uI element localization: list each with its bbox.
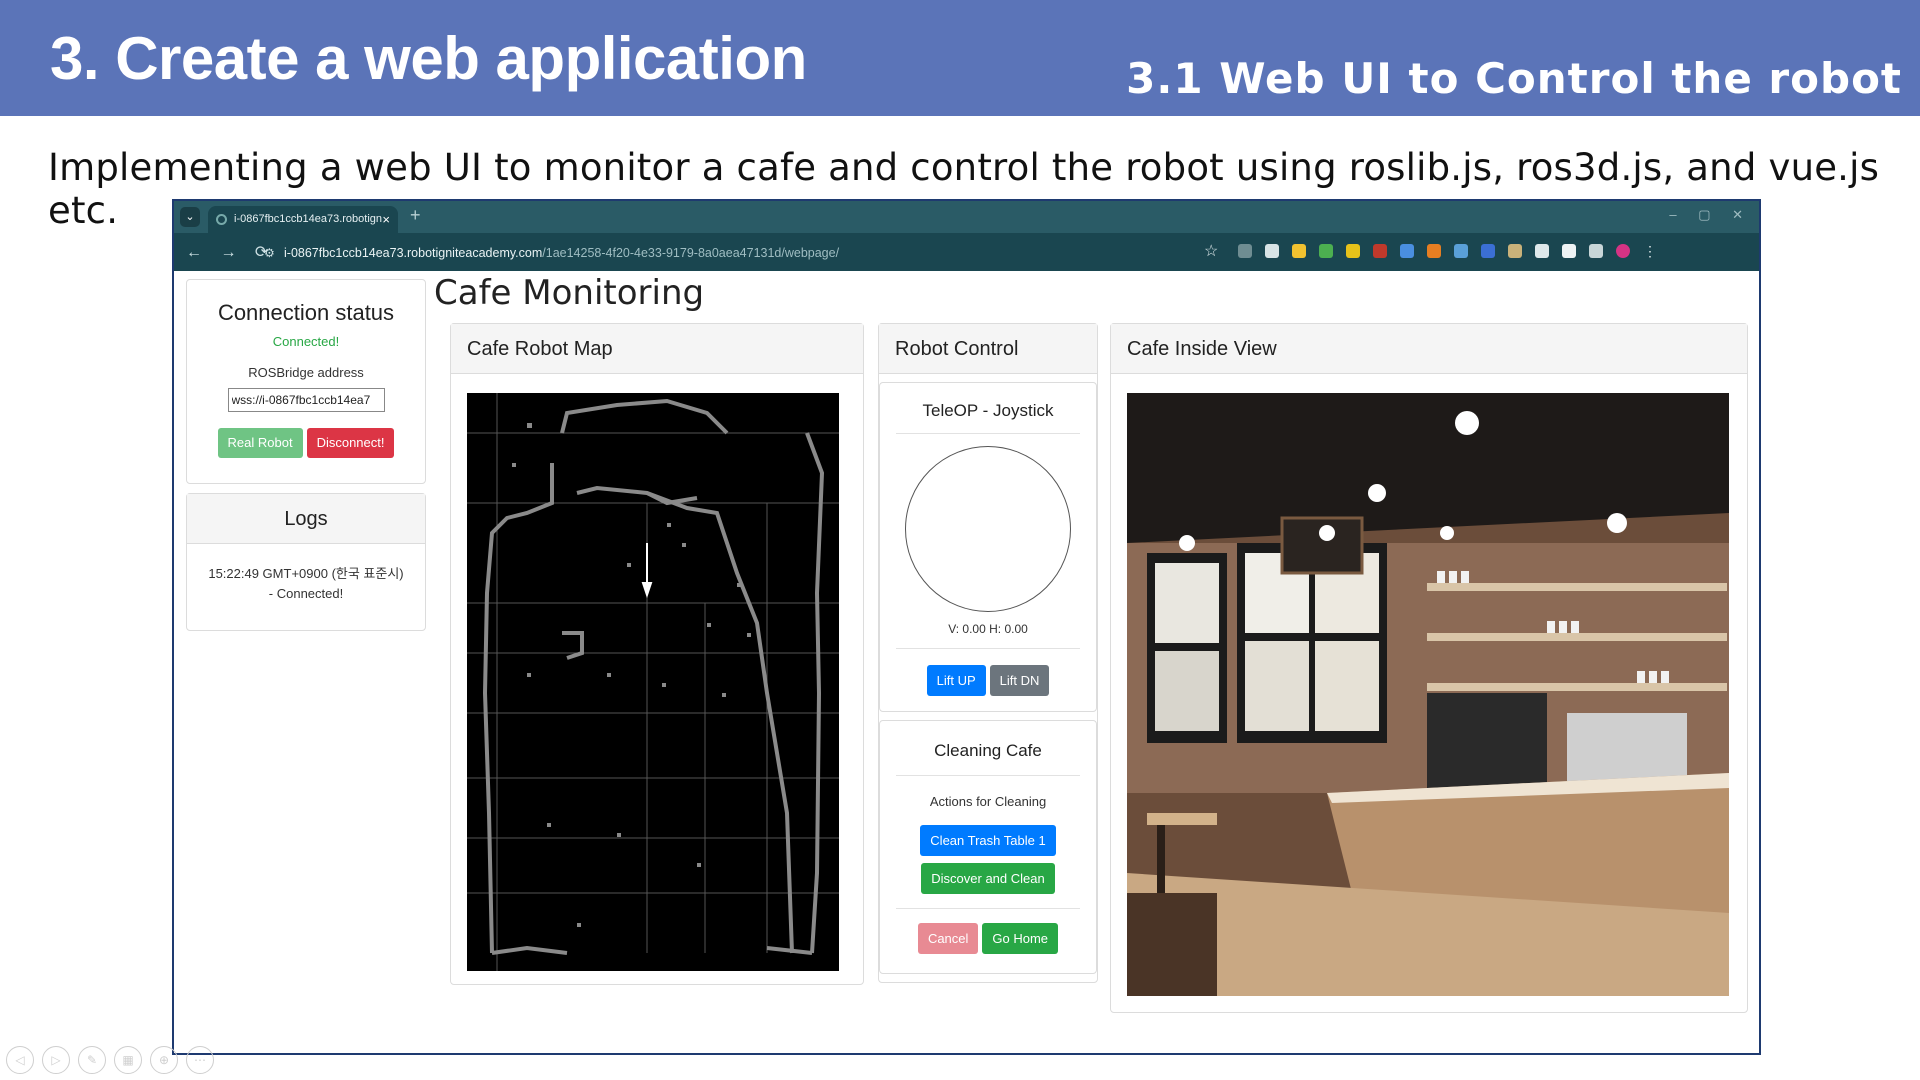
tab-search-button[interactable]: ⌄: [180, 207, 200, 227]
velocity-readout: V: 0.00 H: 0.00: [948, 622, 1028, 636]
extension-icon[interactable]: [1292, 244, 1306, 258]
connection-status: Connected!: [272, 334, 340, 349]
logs-title: Logs: [187, 494, 425, 544]
address-bar: ← → ⟳ ⚙ i-0867fbc1ccb14ea73.robotignitea…: [174, 233, 1759, 271]
cleaning-card: Cleaning Cafe Actions for Cleaning Clean…: [879, 720, 1097, 974]
more-options-icon[interactable]: ⋯: [186, 1046, 214, 1074]
extension-icon[interactable]: [1400, 244, 1414, 258]
extension-icon[interactable]: [1346, 244, 1360, 258]
robot-control-card: Robot Control TeleOP - Joystick V: 0.00 …: [878, 323, 1098, 983]
extension-icon[interactable]: [1319, 244, 1333, 258]
nav-buttons[interactable]: ← → ⟳: [186, 242, 268, 262]
tab-close-icon[interactable]: ×: [382, 206, 390, 233]
extension-icon[interactable]: [1508, 244, 1522, 258]
log-line: 15:22:49 GMT+0900 (한국 표준시): [208, 566, 404, 581]
puzzle-icon[interactable]: [1589, 244, 1603, 258]
slide-title: 3. Create a web application: [50, 25, 807, 92]
browser-tab[interactable]: i-0867fbc1ccb14ea73.robotign ×: [208, 206, 398, 233]
url-field[interactable]: ⚙ i-0867fbc1ccb14ea73.robotigniteacademy…: [264, 241, 1344, 265]
logs-body: 15:22:49 GMT+0900 (한국 표준시) - Connected!: [187, 544, 425, 604]
prev-slide-icon[interactable]: ◁: [6, 1046, 34, 1074]
cancel-button[interactable]: Cancel: [917, 923, 979, 954]
slides-grid-icon[interactable]: ▦: [114, 1046, 142, 1074]
slide-header: 3. Create a web application 3.1 Web UI t…: [0, 0, 1920, 116]
zoom-icon[interactable]: ⊕: [150, 1046, 178, 1074]
cleaning-subtitle: Actions for Cleaning: [929, 794, 1047, 809]
extension-icon[interactable]: [1373, 244, 1387, 258]
next-slide-icon[interactable]: ▷: [42, 1046, 70, 1074]
disconnect-button[interactable]: Disconnect!: [306, 428, 395, 458]
map-card: Cafe Robot Map: [450, 323, 864, 985]
lift-up-button[interactable]: Lift UP: [926, 665, 986, 696]
cleaning-title: Cleaning Cafe: [934, 741, 1042, 760]
url-host: i-0867fbc1ccb14ea73.robotigniteacademy.c…: [284, 246, 543, 260]
lift-down-button[interactable]: Lift DN: [989, 665, 1050, 696]
profile-avatar[interactable]: [1616, 244, 1630, 258]
bookmark-star-icon[interactable]: ☆: [1204, 241, 1218, 261]
clean-trash-table-button[interactable]: Clean Trash Table 1: [920, 825, 1056, 856]
occupancy-grid-map: [467, 393, 839, 971]
url-path: /1ae14258-4f20-4e33-9179-8a0aea47131d/we…: [542, 246, 840, 260]
cafe-view-title: Cafe Inside View: [1111, 324, 1747, 374]
pen-icon[interactable]: ✎: [78, 1046, 106, 1074]
web-content: Connection status Connected! ROSBridge a…: [174, 271, 1759, 1053]
cafe-interior-illustration: [1127, 393, 1729, 996]
site-info-icon[interactable]: ⚙: [264, 241, 275, 265]
extension-icon[interactable]: [1454, 244, 1468, 258]
connection-title: Connection status: [217, 300, 395, 325]
extension-icon[interactable]: [1265, 244, 1279, 258]
new-tab-button[interactable]: +: [410, 205, 421, 226]
cafe-camera-image: [1127, 393, 1729, 996]
teleop-title: TeleOP - Joystick: [922, 401, 1054, 420]
extension-icon[interactable]: [1481, 244, 1495, 258]
cafe-view-card: Cafe Inside View: [1110, 323, 1748, 1013]
robot-map-viewer[interactable]: [467, 393, 839, 971]
joystick-pad[interactable]: [905, 446, 1071, 612]
map-title: Cafe Robot Map: [451, 324, 863, 374]
rosbridge-address-input[interactable]: [227, 388, 385, 412]
discover-and-clean-button[interactable]: Discover and Clean: [921, 863, 1055, 894]
tab-favicon-icon: [216, 214, 227, 225]
extension-icon[interactable]: [1238, 244, 1252, 258]
slide-controls: ◁ ▷ ✎ ▦ ⊕ ⋯: [6, 1046, 214, 1074]
page-title: Cafe Monitoring: [434, 273, 705, 313]
extension-icon[interactable]: [1562, 244, 1576, 258]
rosbridge-label: ROSBridge address: [248, 365, 364, 380]
teleop-card: TeleOP - Joystick V: 0.00 H: 0.00 Lift U…: [879, 382, 1097, 712]
browser-window: ⌄ i-0867fbc1ccb14ea73.robotign × + – ▢ ✕…: [172, 199, 1761, 1055]
menu-kebab-icon[interactable]: ⋮: [1643, 244, 1657, 258]
extension-icon[interactable]: [1535, 244, 1549, 258]
go-home-button[interactable]: Go Home: [982, 923, 1059, 954]
tab-bar: ⌄ i-0867fbc1ccb14ea73.robotign × + – ▢ ✕: [174, 201, 1759, 233]
connection-card: Connection status Connected! ROSBridge a…: [186, 279, 426, 484]
window-controls[interactable]: – ▢ ✕: [1669, 207, 1743, 223]
extension-icons: ⋮: [1238, 244, 1657, 260]
log-line: - Connected!: [268, 586, 344, 601]
real-robot-button[interactable]: Real Robot: [217, 428, 303, 458]
logs-card: Logs 15:22:49 GMT+0900 (한국 표준시) - Connec…: [186, 493, 426, 631]
slide-subtitle: 3.1 Web UI to Control the robot: [1126, 54, 1902, 103]
extension-icon[interactable]: [1427, 244, 1441, 258]
tab-title: i-0867fbc1ccb14ea73.robotign: [234, 213, 383, 225]
